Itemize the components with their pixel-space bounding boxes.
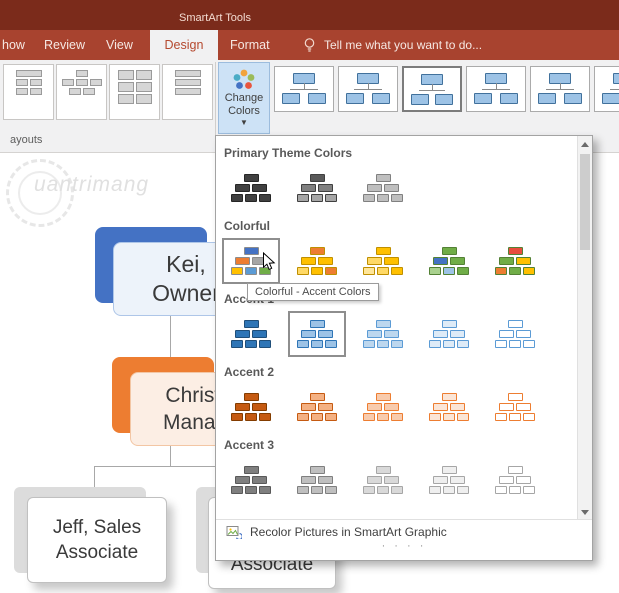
layouts-gallery xyxy=(3,64,213,120)
menu-section-header: Accent 3 xyxy=(216,432,577,455)
color-variant-colorful-range-accent-5-to-6[interactable] xyxy=(486,238,544,284)
tab-slide-show[interactable]: how xyxy=(2,30,25,60)
tell-me-text: Tell me what you want to do... xyxy=(324,38,482,52)
title-bar: SmartArt Tools xyxy=(0,0,619,30)
color-variant-colorful-range-accent-4-to-5[interactable] xyxy=(420,238,478,284)
color-variant-dark-fill[interactable] xyxy=(222,165,280,211)
lightbulb-icon xyxy=(302,37,317,53)
menu-resize-handle[interactable]: · · · · xyxy=(216,541,592,551)
color-variant-gray-fill[interactable] xyxy=(354,165,412,211)
smartart-color-style-3[interactable] xyxy=(402,66,462,112)
change-colors-icon xyxy=(231,68,257,92)
color-variant-colorful-range-accent-2-to-3[interactable] xyxy=(288,238,346,284)
tab-review[interactable]: Review xyxy=(44,30,85,60)
color-variant-colored-fill-accent-1-dark[interactable] xyxy=(222,311,280,357)
change-colors-menu: Primary Theme ColorsColorfulAccent 1Acce… xyxy=(215,135,593,561)
smartart-color-style-6[interactable] xyxy=(594,66,619,112)
tell-me-box[interactable]: Tell me what you want to do... xyxy=(302,30,482,60)
layout-thumbnail[interactable] xyxy=(3,64,54,120)
color-variant-colored-outline-accent-3[interactable] xyxy=(486,457,544,503)
color-variant-row xyxy=(216,455,577,505)
change-colors-label-2: Colors xyxy=(228,105,260,118)
menu-section-header: Colorful xyxy=(216,213,577,236)
change-colors-label-1: Change xyxy=(225,92,264,105)
chevron-down-icon: ▼ xyxy=(240,119,248,127)
color-variant-colored-fill-accent-3[interactable] xyxy=(288,457,346,503)
mouse-cursor xyxy=(262,252,276,272)
color-variant-row xyxy=(216,309,577,359)
tab-format[interactable]: Format xyxy=(230,30,270,60)
recolor-pictures-icon xyxy=(226,525,242,539)
menu-footer: Recolor Pictures in SmartArt Graphic · ·… xyxy=(216,519,592,560)
connector-line xyxy=(170,316,171,357)
group-separator xyxy=(215,62,216,146)
color-variant-colored-fill-accent-3-dark[interactable] xyxy=(222,457,280,503)
layout-thumbnail[interactable] xyxy=(162,64,213,120)
change-colors-button[interactable]: Change Colors ▼ xyxy=(218,62,270,134)
tooltip: Colorful - Accent Colors xyxy=(247,283,379,301)
color-variant-colored-fill-accent-2[interactable] xyxy=(288,384,346,430)
color-variant-colored-fill-accent-1[interactable] xyxy=(288,311,346,357)
color-variant-gradient-range-accent-2[interactable] xyxy=(354,384,412,430)
layouts-group-label: ayouts xyxy=(10,134,42,146)
scrollbar-down-button[interactable] xyxy=(578,504,592,520)
powerpoint-window: SmartArt Tools how Review View Design Fo… xyxy=(0,0,619,593)
org-box-jeff[interactable]: Jeff, Sales Associate xyxy=(27,497,167,583)
color-variant-row xyxy=(216,163,577,213)
color-variant-colored-outline-accent-1[interactable] xyxy=(486,311,544,357)
smartart-tools-label: SmartArt Tools xyxy=(148,0,282,30)
color-variant-gradient-loop-accent-2[interactable] xyxy=(420,384,478,430)
color-variant-gradient-loop-accent-1[interactable] xyxy=(420,311,478,357)
recolor-pictures-item[interactable]: Recolor Pictures in SmartArt Graphic xyxy=(216,520,592,541)
org-box-owner-line1: Kei, xyxy=(166,250,206,279)
tab-design[interactable]: Design xyxy=(150,30,218,60)
smartart-color-style-2[interactable] xyxy=(338,66,398,112)
layout-thumbnail[interactable] xyxy=(56,64,107,120)
smartart-color-style-4[interactable] xyxy=(466,66,526,112)
tab-view[interactable]: View xyxy=(106,30,133,60)
org-box-jeff-line2: Associate xyxy=(56,540,138,565)
smartart-styles-gallery xyxy=(274,66,619,112)
color-variant-row xyxy=(216,382,577,432)
menu-scrollbar[interactable] xyxy=(577,136,592,520)
color-variant-gradient-range-accent-3[interactable] xyxy=(354,457,412,503)
color-variant-colored-fill-accent-2-dark[interactable] xyxy=(222,384,280,430)
org-box-owner-line2: Owner xyxy=(152,279,220,308)
menu-section-header: Accent 2 xyxy=(216,359,577,382)
color-variant-gradient-range-accent-1[interactable] xyxy=(354,311,412,357)
color-variant-colored-outline-accent-2[interactable] xyxy=(486,384,544,430)
change-colors-menu-content: Primary Theme ColorsColorfulAccent 1Acce… xyxy=(216,136,577,520)
scrollbar-up-button[interactable] xyxy=(578,136,592,152)
color-variant-dark-2-fill[interactable] xyxy=(288,165,346,211)
smartart-color-style-1[interactable] xyxy=(274,66,334,112)
connector-line xyxy=(170,446,171,466)
watermark-text: uantrimang xyxy=(34,173,149,197)
recolor-pictures-label: Recolor Pictures in SmartArt Graphic xyxy=(250,525,447,539)
org-box-jeff-line1: Jeff, Sales xyxy=(53,515,141,540)
smartart-color-style-5[interactable] xyxy=(530,66,590,112)
color-variant-gradient-loop-accent-3[interactable] xyxy=(420,457,478,503)
ribbon-tab-bar: how Review View Design Format Tell me wh… xyxy=(0,30,619,60)
menu-section-header: Primary Theme Colors xyxy=(216,140,577,163)
layout-thumbnail[interactable] xyxy=(109,64,160,120)
color-variant-colorful-range-accent-3-to-4[interactable] xyxy=(354,238,412,284)
scrollbar-thumb[interactable] xyxy=(580,154,590,250)
